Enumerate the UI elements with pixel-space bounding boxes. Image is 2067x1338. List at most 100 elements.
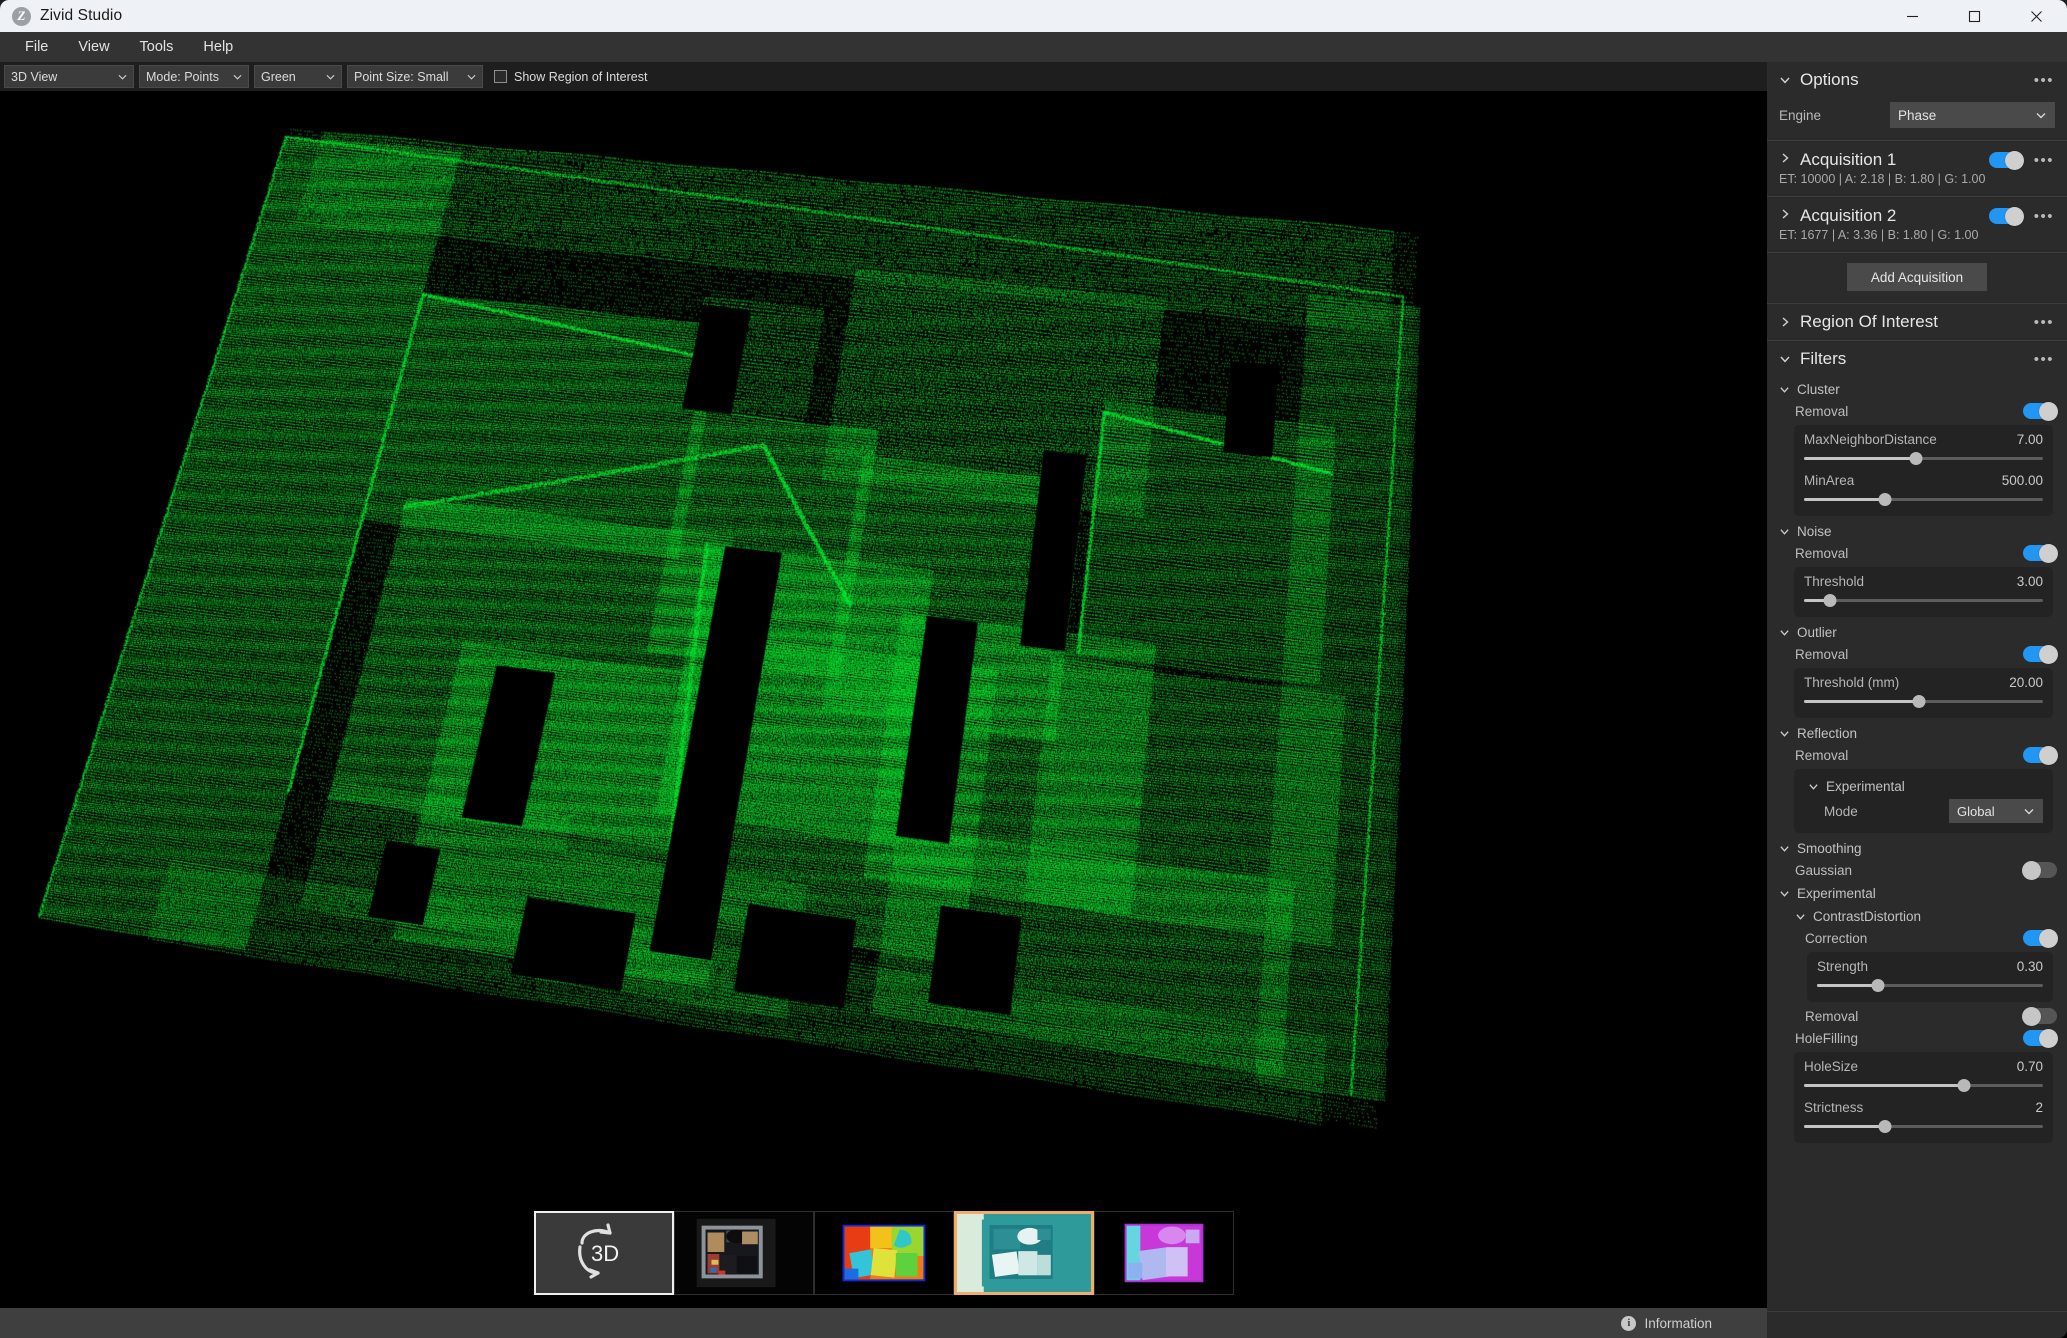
viewer-column: 3D View Mode: Points Green Point Size: S… xyxy=(0,62,1767,1338)
thumbnail-depth[interactable] xyxy=(813,1211,954,1295)
panel-footer xyxy=(1767,1312,2067,1338)
minarea-slider[interactable] xyxy=(1804,491,2043,507)
chevron-down-icon[interactable] xyxy=(1808,781,1819,792)
point-size-select[interactable]: Point Size: Small xyxy=(347,65,483,88)
outlier-label: Outlier xyxy=(1797,625,1837,640)
thumbnail-snr[interactable] xyxy=(953,1211,1094,1295)
holefilling-toggle[interactable] xyxy=(2023,1028,2058,1048)
chevron-down-icon xyxy=(118,74,127,80)
minimize-button[interactable] xyxy=(1881,0,1943,32)
filter-group-cluster[interactable]: Cluster xyxy=(1767,377,2067,400)
menu-tools[interactable]: Tools xyxy=(125,35,189,59)
chevron-down-icon[interactable] xyxy=(1779,627,1790,638)
acquisition-1-menu-icon[interactable]: ••• xyxy=(2031,153,2057,168)
chevron-down-icon[interactable] xyxy=(1795,911,1806,922)
reflection-removal-row[interactable]: Removal xyxy=(1767,744,2067,766)
show-roi-checkbox[interactable]: Show Region of Interest xyxy=(494,70,647,84)
acquisition-2-menu-icon[interactable]: ••• xyxy=(2031,209,2057,224)
experimental-label: Experimental xyxy=(1797,886,1876,901)
main-body: 3D View Mode: Points Green Point Size: S… xyxy=(0,62,2067,1338)
correction-row[interactable]: Correction xyxy=(1767,927,2067,949)
close-button[interactable] xyxy=(2005,0,2067,32)
point-cloud-canvas[interactable] xyxy=(0,91,1767,1198)
chevron-right-icon[interactable] xyxy=(1779,207,1792,225)
cluster-removal-toggle[interactable] xyxy=(2023,401,2058,421)
minarea-row: MinArea 500.00 xyxy=(1804,473,2043,488)
checkbox-icon[interactable] xyxy=(494,70,507,83)
chevron-down-icon[interactable] xyxy=(1779,353,1792,365)
holesize-slider[interactable] xyxy=(1804,1077,2043,1093)
window-title: Zivid Studio xyxy=(40,7,123,24)
filter-group-noise[interactable]: Noise xyxy=(1767,519,2067,542)
correction-toggle[interactable] xyxy=(2023,928,2058,948)
filter-group-reflection[interactable]: Reflection xyxy=(1767,721,2067,744)
noise-removal-toggle[interactable] xyxy=(2023,543,2058,563)
chevron-down-icon[interactable] xyxy=(1779,526,1790,537)
gaussian-row[interactable]: Gaussian xyxy=(1767,859,2067,881)
chevron-down-icon[interactable] xyxy=(1779,74,1792,86)
noise-threshold-value: 3.00 xyxy=(2016,574,2043,589)
strength-slider[interactable] xyxy=(1817,977,2043,993)
options-title: Options xyxy=(1800,70,1859,89)
noise-removal-row[interactable]: Removal xyxy=(1767,542,2067,564)
filter-group-experimental[interactable]: Experimental xyxy=(1767,881,2067,904)
strictness-slider[interactable] xyxy=(1804,1118,2043,1134)
maxneighbordistance-label: MaxNeighborDistance xyxy=(1804,432,1937,447)
render-mode-select[interactable]: Mode: Points xyxy=(139,65,249,88)
region-of-interest-menu-icon[interactable]: ••• xyxy=(2031,315,2057,330)
menu-help[interactable]: Help xyxy=(188,35,248,59)
outlier-removal-toggle[interactable] xyxy=(2023,644,2058,664)
thumbnail-3d-view[interactable]: 3D xyxy=(533,1211,674,1295)
filter-group-smoothing[interactable]: Smoothing xyxy=(1767,836,2067,859)
options-menu-icon[interactable]: ••• xyxy=(2031,73,2057,88)
acquisition-2-header[interactable]: Acquisition 2 ••• xyxy=(1767,197,2067,228)
cd-removal-toggle[interactable] xyxy=(2022,1006,2057,1026)
acquisition-2-title: Acquisition 2 xyxy=(1800,206,1897,225)
maximize-button[interactable] xyxy=(1943,0,2005,32)
acquisition-2-toggle[interactable] xyxy=(1988,206,2024,226)
holefilling-row[interactable]: HoleFilling xyxy=(1767,1027,2067,1049)
chevron-right-icon[interactable] xyxy=(1779,316,1792,328)
thumbnail-rgb[interactable] xyxy=(673,1211,814,1295)
region-of-interest-header[interactable]: Region Of Interest ••• xyxy=(1767,304,2067,340)
chevron-down-icon[interactable] xyxy=(1779,728,1790,739)
menu-file[interactable]: File xyxy=(10,35,63,59)
cluster-label: Cluster xyxy=(1797,382,1840,397)
filters-section-header[interactable]: Filters ••• xyxy=(1767,341,2067,377)
color-mode-select[interactable]: Green xyxy=(254,65,342,88)
chevron-down-icon[interactable] xyxy=(1779,888,1790,899)
engine-label: Engine xyxy=(1779,107,1822,123)
engine-select[interactable]: Phase xyxy=(1890,102,2055,128)
holesize-value: 0.70 xyxy=(2016,1059,2043,1074)
acquisition-1-toggle[interactable] xyxy=(1988,150,2024,170)
view-mode-select[interactable]: 3D View xyxy=(4,65,134,88)
status-text[interactable]: Information xyxy=(1644,1316,1712,1331)
gaussian-toggle[interactable] xyxy=(2022,860,2057,880)
app-logo-icon: Z xyxy=(12,6,31,26)
menu-view[interactable]: View xyxy=(63,35,124,59)
maxneighbordistance-slider[interactable] xyxy=(1804,450,2043,466)
filters-menu-icon[interactable]: ••• xyxy=(2031,352,2057,367)
outlier-removal-label: Removal xyxy=(1795,646,1849,662)
point-cloud-viewport[interactable] xyxy=(0,91,1767,1198)
cluster-removal-row[interactable]: Removal xyxy=(1767,400,2067,422)
options-section-header[interactable]: Options ••• xyxy=(1767,62,2067,98)
correction-label: Correction xyxy=(1805,930,1868,946)
chevron-down-icon[interactable] xyxy=(1779,843,1790,854)
acquisition-1-header[interactable]: Acquisition 1 ••• xyxy=(1767,141,2067,172)
filter-group-outlier[interactable]: Outlier xyxy=(1767,620,2067,643)
cd-removal-label: Removal xyxy=(1805,1008,1859,1024)
outlier-removal-row[interactable]: Removal xyxy=(1767,643,2067,665)
reflection-removal-toggle[interactable] xyxy=(2023,745,2058,765)
reflection-experimental-header[interactable]: Experimental xyxy=(1794,774,2053,797)
chevron-right-icon[interactable] xyxy=(1779,151,1792,169)
chevron-down-icon[interactable] xyxy=(1779,384,1790,395)
thumbnail-normals[interactable] xyxy=(1093,1211,1234,1295)
outlier-threshold-slider[interactable] xyxy=(1804,693,2043,709)
add-acquisition-button[interactable]: Add Acquisition xyxy=(1847,263,1987,291)
contrast-distortion-label: ContrastDistortion xyxy=(1813,909,1922,924)
cd-removal-row[interactable]: Removal xyxy=(1767,1005,2067,1027)
reflection-mode-select[interactable]: Global xyxy=(1949,799,2043,823)
noise-threshold-slider[interactable] xyxy=(1804,592,2043,608)
contrast-distortion-header[interactable]: ContrastDistortion xyxy=(1767,904,2067,927)
